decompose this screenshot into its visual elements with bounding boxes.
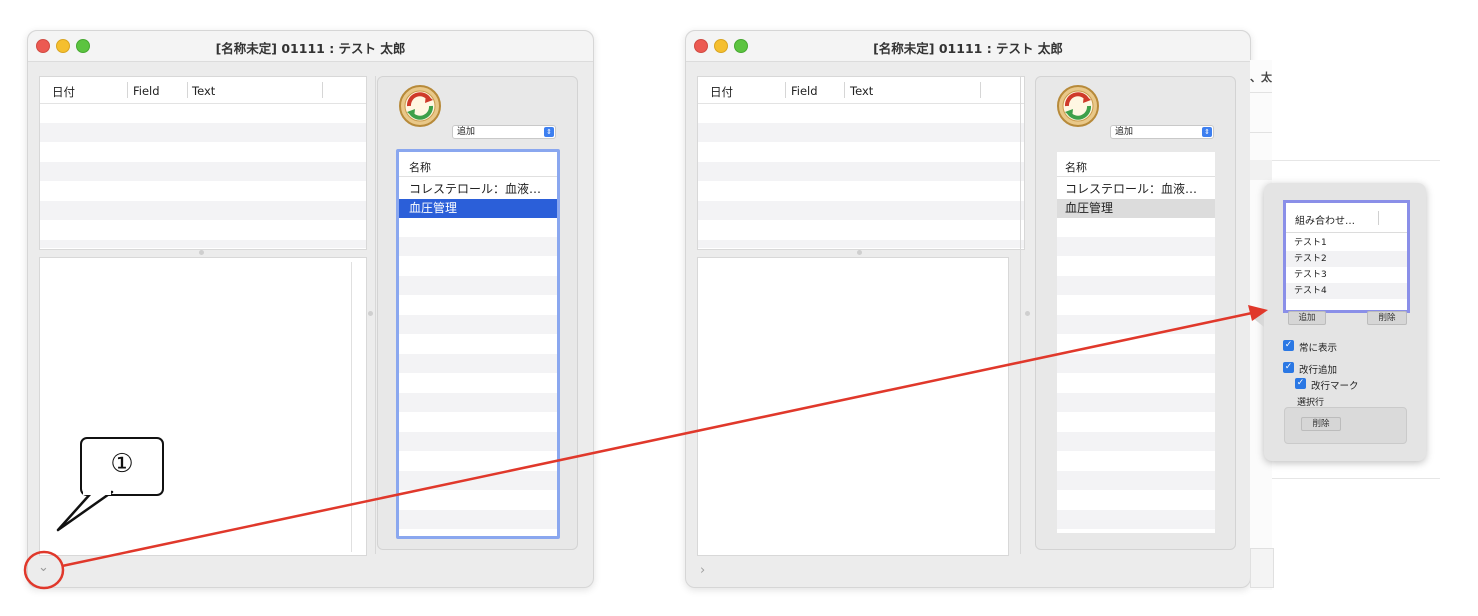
callout-tail: [56, 490, 114, 532]
annotation-arrow: [61, 311, 1253, 568]
annotation-overlay: [23, 305, 1268, 590]
highlight-circle: [23, 550, 65, 590]
arrow-head: [1248, 305, 1268, 321]
